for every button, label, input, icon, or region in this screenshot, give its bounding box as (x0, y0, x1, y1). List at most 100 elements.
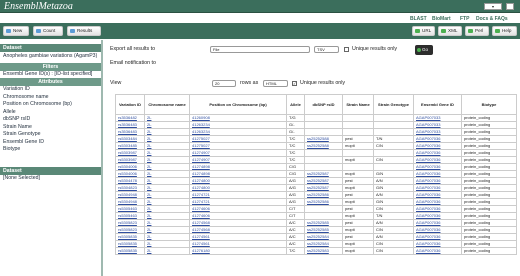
view-format-select[interactable]: HTML (263, 80, 288, 87)
table-cell[interactable]: 2L (144, 219, 190, 227)
table-cell[interactable]: rs5304948 (115, 191, 145, 199)
table-cell[interactable]: 2L (144, 247, 190, 255)
go-button[interactable]: Go (415, 45, 433, 55)
attribute-item[interactable]: dbSNP rsID (0, 116, 101, 124)
table-cell[interactable]: rs5305835 (115, 233, 145, 241)
view-count-select[interactable]: 20 (212, 80, 236, 87)
table-cell[interactable]: 2L (144, 233, 190, 241)
ftp-link[interactable]: FTP (460, 16, 469, 22)
attribute-item[interactable]: Chromosome name (0, 94, 101, 102)
table-cell[interactable]: AGAP007036 (413, 156, 462, 164)
table-cell[interactable]: 2L (144, 135, 190, 143)
table-cell[interactable]: rs5305823 (115, 219, 145, 227)
table-cell[interactable]: rs5305463 (115, 212, 145, 220)
biomart-link[interactable]: BioMart (432, 16, 451, 22)
table-cell[interactable]: 2L (144, 205, 190, 213)
dataset-name[interactable]: Anopheles gambiae variations (AgamP3) (0, 52, 101, 61)
table-cell[interactable]: 41263234 (189, 121, 287, 129)
table-cell[interactable]: 41274568 (189, 226, 287, 234)
table-cell[interactable]: AGAP007036 (413, 170, 462, 178)
table-cell[interactable]: ss25252585 (304, 219, 343, 227)
table-cell[interactable]: rs3536482 (115, 114, 145, 122)
table-cell[interactable]: 2L (144, 156, 190, 164)
table-cell[interactable]: 2L (144, 128, 190, 136)
table-cell[interactable]: AGAP007036 (413, 198, 462, 206)
table-cell[interactable]: AGAP007036 (413, 219, 462, 227)
table-cell[interactable]: 2L (144, 163, 190, 171)
table-cell[interactable]: 41276180 (189, 247, 287, 255)
attributes-header[interactable]: Attributes (0, 78, 101, 86)
table-cell[interactable]: AGAP007036 (413, 177, 462, 185)
table-cell[interactable]: rs5304006 (115, 170, 145, 178)
table-cell[interactable]: 2L (144, 114, 190, 122)
table-cell[interactable]: 41275027 (189, 135, 287, 143)
table-cell[interactable]: AGAP007033 (413, 114, 462, 122)
table-cell[interactable]: 41274721 (189, 198, 287, 206)
table-cell[interactable]: rs5304478 (115, 177, 145, 185)
results-button[interactable]: Results (67, 26, 101, 36)
unique-results-checkbox[interactable] (344, 47, 349, 52)
table-cell[interactable]: rs5305463 (115, 205, 145, 213)
table-cell[interactable]: 41274606 (189, 205, 287, 213)
table-cell[interactable]: 2L (144, 184, 190, 192)
table-cell[interactable]: ss25252584 (304, 233, 343, 241)
table-cell[interactable]: 41274898 (189, 163, 287, 171)
unique-view-checkbox[interactable]: ✓ (292, 81, 297, 86)
attribute-item[interactable]: Position on Chromosome (bp) (0, 101, 101, 109)
dataset2-value[interactable]: [None Selected] (0, 175, 101, 183)
table-cell[interactable]: rs3536483 (115, 121, 145, 129)
table-cell[interactable]: AGAP007036 (413, 191, 462, 199)
table-cell[interactable]: AGAP007036 (413, 240, 462, 248)
table-cell[interactable]: AGAP007036 (413, 135, 462, 143)
table-cell[interactable]: AGAP007036 (413, 142, 462, 150)
table-cell[interactable]: 41274721 (189, 191, 287, 199)
table-cell[interactable]: 41274907 (189, 156, 287, 164)
table-cell[interactable]: 2L (144, 191, 190, 199)
table-cell[interactable]: 41274568 (189, 219, 287, 227)
attribute-item[interactable]: Strain Name (0, 124, 101, 132)
attribute-item[interactable]: Allele (0, 109, 101, 117)
table-cell[interactable]: rs5304948 (115, 198, 145, 206)
table-cell[interactable]: 41274898 (189, 170, 287, 178)
table-cell[interactable]: AGAP007036 (413, 212, 462, 220)
table-cell[interactable]: ss25252587 (304, 184, 343, 192)
table-cell[interactable]: AGAP007036 (413, 163, 462, 171)
search-icon[interactable] (506, 3, 514, 10)
table-cell[interactable]: 41274606 (189, 212, 287, 220)
table-cell[interactable]: AGAP007033 (413, 121, 462, 129)
table-cell[interactable]: AGAP007036 (413, 233, 462, 241)
table-cell[interactable]: 2L (144, 177, 190, 185)
table-cell[interactable]: 2L (144, 170, 190, 178)
url-button[interactable]: URL (412, 26, 435, 36)
table-cell[interactable]: rs5304823 (115, 184, 145, 192)
table-cell[interactable]: ss25252588 (304, 135, 343, 143)
table-cell[interactable]: AGAP007036 (413, 205, 462, 213)
table-cell[interactable]: ss25252586 (304, 198, 343, 206)
table-cell[interactable]: AGAP007033 (413, 128, 462, 136)
perl-button[interactable]: Perl (465, 26, 489, 36)
table-cell[interactable]: 41274907 (189, 149, 287, 157)
table-cell[interactable]: 2L (144, 149, 190, 157)
table-cell[interactable]: AGAP007036 (413, 149, 462, 157)
attribute-item[interactable]: Biotype (0, 146, 101, 154)
table-cell[interactable]: 41275027 (189, 142, 287, 150)
export-format-select[interactable]: File (210, 46, 310, 53)
count-button[interactable]: Count (33, 26, 63, 36)
table-cell[interactable]: rs5303485 (115, 142, 145, 150)
table-cell[interactable]: ss25252587 (304, 170, 343, 178)
table-cell[interactable]: 2L (144, 212, 190, 220)
table-cell[interactable]: rs5303987 (115, 156, 145, 164)
table-cell[interactable]: 2L (144, 198, 190, 206)
attribute-item[interactable]: Variation ID (0, 86, 101, 94)
table-cell[interactable]: AGAP007036 (413, 226, 462, 234)
table-cell[interactable]: ss25252588 (304, 142, 343, 150)
xml-button[interactable]: XML (438, 26, 462, 36)
table-cell[interactable]: 41274800 (189, 184, 287, 192)
table-cell[interactable]: ss25252584 (304, 240, 343, 248)
table-cell[interactable]: ss25252585 (304, 226, 343, 234)
table-cell[interactable]: 41260908 (189, 114, 287, 122)
table-cell[interactable]: AGAP007036 (413, 184, 462, 192)
table-cell[interactable]: ss25252587 (304, 177, 343, 185)
table-cell[interactable]: rs5303484 (115, 135, 145, 143)
table-cell[interactable]: rs5305835 (115, 240, 145, 248)
